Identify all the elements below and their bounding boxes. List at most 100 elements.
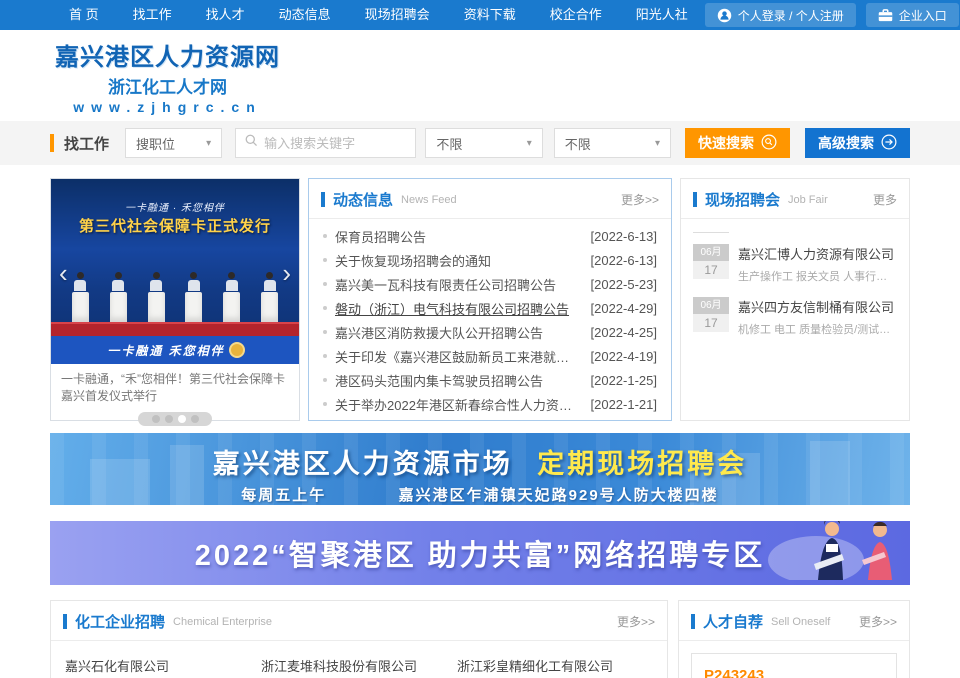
talent-card[interactable]: P243243 男 | 嘉兴市->嘉兴港区 | 八年以上 <box>691 653 897 678</box>
company-name-link[interactable]: 浙江麦堆科技股份有限公司 <box>261 656 447 675</box>
nav-item-home[interactable]: 首 页 <box>52 0 116 30</box>
keyword-input-wrap <box>235 128 416 158</box>
quick-search-button[interactable]: 快速搜索 <box>685 128 790 158</box>
person-figure <box>148 272 165 322</box>
news-panel-title: 动态信息 <box>333 189 393 210</box>
talent-subtitle: Sell Oneself <box>771 616 830 628</box>
news-item[interactable]: 关于恢复现场招聘会的通知 [2022-6-13] <box>323 248 657 272</box>
company-entry: 嘉兴石化有限公司 工艺员 设备管理 警卫（残疾工） <box>65 656 261 678</box>
slide-bottom-band: 一卡融通 禾您相伴 <box>51 336 299 364</box>
company-entry-button[interactable]: 企业入口 <box>866 3 959 27</box>
job-fair-jobs: 机修工 电工 质量检验员/测试员 叉车... <box>738 321 897 337</box>
carousel-prev-arrow[interactable]: ‹ <box>59 263 68 283</box>
filter-select-2[interactable]: 不限 ▾ <box>554 128 671 158</box>
company-name-link[interactable]: 嘉兴石化有限公司 <box>65 656 251 675</box>
person-figure <box>110 272 127 322</box>
blue-accent-bar <box>693 192 697 207</box>
talent-more-link[interactable]: 更多>> <box>859 613 897 630</box>
person-figure <box>261 272 278 322</box>
job-fair-item[interactable]: 06月 17 嘉兴汇博人力资源有限公司 生产操作工 报关文员 人事行政助理... <box>681 233 909 286</box>
stage-figures <box>51 272 299 322</box>
talent-id: P243243 <box>704 667 884 678</box>
circled-arrow-right-icon <box>881 134 897 153</box>
nav-item-find-talent[interactable]: 找人才 <box>189 0 262 30</box>
gold-seal-icon <box>231 344 243 356</box>
news-item[interactable]: 关于举办2022年港区新春综合性人力资源暨春风... [2022-1-21] <box>323 392 657 416</box>
chemical-more-link[interactable]: 更多>> <box>617 613 655 630</box>
bullet-icon <box>323 354 327 358</box>
people-illustration <box>754 521 904 585</box>
hr-market-banner[interactable]: 嘉兴港区人力资源市场 定期现场招聘会 每周五上午 嘉兴港区乍浦镇天妃路929号人… <box>50 433 910 505</box>
carousel-slide[interactable]: 一卡融通 · 禾您相伴 第三代社会保障卡正式发行 一卡融通 禾您相伴 <box>51 179 299 364</box>
news-item[interactable]: 嘉兴港区消防救援大队公开招聘公告 [2022-4-25] <box>323 320 657 344</box>
site-subtitle: 浙江化工人才网 <box>55 73 280 98</box>
date-badge: 06月 17 <box>693 297 729 337</box>
carousel-dot[interactable] <box>191 415 199 423</box>
circled-search-icon <box>761 134 777 153</box>
talent-title: 人才自荐 <box>703 611 763 632</box>
carousel-caption[interactable]: 一卡融通，“禾”您相伴！第三代社会保障卡嘉兴首发仪式举行 <box>51 364 299 408</box>
nav-item-downloads[interactable]: 资料下载 <box>447 0 533 30</box>
job-fair-header: 现场招聘会 Job Fair 更多 <box>681 179 909 219</box>
content-row-bottom: 化工企业招聘 Chemical Enterprise 更多>> 嘉兴石化有限公司… <box>50 600 910 678</box>
blue-accent-bar <box>321 192 325 207</box>
job-fair-company: 嘉兴四方友信制桶有限公司 <box>738 297 897 316</box>
nav-actions: 个人登录 / 个人注册 企业入口 <box>705 3 959 27</box>
site-title: 嘉兴港区人力资源网 <box>55 37 280 72</box>
bullet-icon <box>323 234 327 238</box>
news-panel-header: 动态信息 News Feed 更多>> <box>309 179 671 219</box>
chemical-subtitle: Chemical Enterprise <box>173 616 272 628</box>
nav-item-sunshine-hr[interactable]: 阳光人社 <box>619 0 705 30</box>
search-icon <box>245 134 258 152</box>
job-fair-jobs: 生产操作工 报关文员 人事行政助理... <box>738 268 897 284</box>
bullet-icon <box>323 282 327 286</box>
search-category-select[interactable]: 搜职位 ▾ <box>125 128 222 158</box>
news-item-hovered[interactable]: 磐动（浙江）电气科技有限公司招聘公告 [2022-4-29] <box>323 296 657 320</box>
chemical-title: 化工企业招聘 <box>75 611 165 632</box>
nav-item-job-fair[interactable]: 现场招聘会 <box>348 0 447 30</box>
slide-script-text: 一卡融通 · 禾您相伴 <box>51 199 299 214</box>
online-recruit-banner[interactable]: 2022“智聚港区 助力共富”网络招聘专区 <box>50 521 910 585</box>
date-badge: 06月 17 <box>693 244 729 284</box>
site-header: 嘉兴港区人力资源网 浙江化工人才网 www.zjhgrc.cn <box>0 30 960 121</box>
site-logo[interactable]: 嘉兴港区人力资源网 浙江化工人才网 www.zjhgrc.cn <box>55 37 280 115</box>
nav-item-news[interactable]: 动态信息 <box>262 0 348 30</box>
news-more-link[interactable]: 更多>> <box>621 191 659 208</box>
carousel-next-arrow[interactable]: › <box>282 263 291 283</box>
bullet-icon <box>323 330 327 334</box>
news-item[interactable]: 关于印发《嘉兴港区鼓励新员工来港就业补助操作... [2022-4-19] <box>323 344 657 368</box>
news-item[interactable]: 嘉兴美一瓦科技有限责任公司招聘公告 [2022-5-23] <box>323 272 657 296</box>
nav-item-school-coop[interactable]: 校企合作 <box>533 0 619 30</box>
nav-item-find-job[interactable]: 找工作 <box>116 0 189 30</box>
search-section-label: 找工作 <box>64 133 109 154</box>
bullet-icon <box>323 258 327 262</box>
main-content: 一卡融通 · 禾您相伴 第三代社会保障卡正式发行 一卡融通 禾您相伴 <box>50 178 910 678</box>
briefcase-icon <box>878 9 893 22</box>
page: 首 页 找工作 找人才 动态信息 现场招聘会 资料下载 校企合作 阳光人社 个人… <box>0 0 960 678</box>
job-fair-more-link[interactable]: 更多 <box>873 191 897 208</box>
search-keyword-input[interactable] <box>264 136 406 151</box>
content-row-top: 一卡融通 · 禾您相伴 第三代社会保障卡正式发行 一卡融通 禾您相伴 <box>50 178 910 421</box>
chemical-header: 化工企业招聘 Chemical Enterprise 更多>> <box>51 601 667 641</box>
site-url: www.zjhgrc.cn <box>55 99 280 115</box>
carousel-dot[interactable] <box>165 415 173 423</box>
bullet-icon <box>323 402 327 406</box>
carousel-dot-active[interactable] <box>178 415 186 423</box>
advanced-search-button[interactable]: 高级搜索 <box>805 128 910 158</box>
company-entry: 浙江彩皇精细化工有限公司 普工（制造科） 营业担当 <box>457 656 653 678</box>
job-fair-company: 嘉兴汇博人力资源有限公司 <box>738 244 897 263</box>
talent-header: 人才自荐 Sell Oneself 更多>> <box>679 601 909 641</box>
carousel-dot[interactable] <box>152 415 160 423</box>
blue-accent-bar <box>691 614 695 629</box>
news-list: 保育员招聘公告 [2022-6-13] 关于恢复现场招聘会的通知 [2022-6… <box>309 219 671 416</box>
person-figure <box>72 272 89 322</box>
job-fair-item[interactable]: 06月 17 嘉兴四方友信制桶有限公司 机修工 电工 质量检验员/测试员 叉车.… <box>681 286 909 339</box>
banner-subtitle: 每周五上午 嘉兴港区乍浦镇天妃路929号人防大楼四楼 <box>50 484 910 505</box>
personal-login-button[interactable]: 个人登录 / 个人注册 <box>705 3 856 27</box>
bullet-icon <box>323 378 327 382</box>
news-item[interactable]: 保育员招聘公告 [2022-6-13] <box>323 224 657 248</box>
news-item[interactable]: 港区码头范围内集卡驾驶员招聘公告 [2022-1-25] <box>323 368 657 392</box>
filter-select-1[interactable]: 不限 ▾ <box>425 128 542 158</box>
search-bar: 找工作 搜职位 ▾ 不限 ▾ 不限 ▾ 快速搜索 <box>50 128 910 158</box>
company-name-link[interactable]: 浙江彩皇精细化工有限公司 <box>457 656 643 675</box>
